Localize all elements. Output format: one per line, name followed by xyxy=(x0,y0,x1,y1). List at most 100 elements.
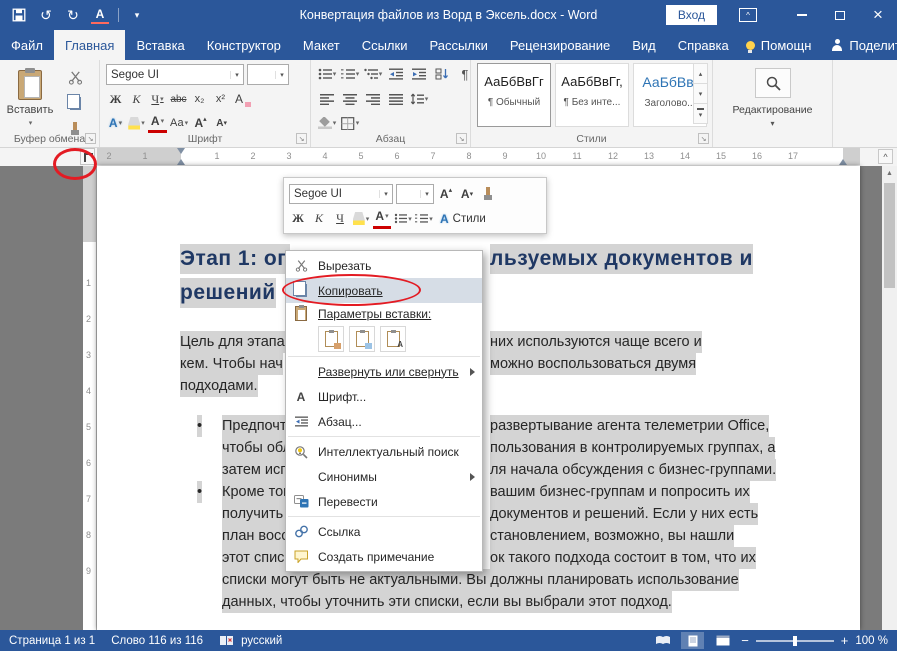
font-name-select[interactable]: Segoe UI xyxy=(106,64,244,85)
style-card-no-spacing[interactable]: АаБбВвГг, ¶ Без инте... xyxy=(555,63,629,127)
menu-item-expand-collapse[interactable]: Развернуть или свернуть xyxy=(286,359,482,384)
language-indicator[interactable]: русский xyxy=(241,635,282,647)
mini-grow-font-button[interactable]: А xyxy=(437,184,455,204)
font-color-button[interactable]: А xyxy=(148,113,167,133)
tab-review[interactable]: Рецензирование xyxy=(499,30,621,60)
tab-home[interactable]: Главная xyxy=(54,30,125,60)
sort-button[interactable] xyxy=(431,64,453,84)
vertical-scrollbar[interactable] xyxy=(882,166,897,630)
clipboard-dialog-launcher[interactable] xyxy=(85,133,96,144)
align-right-button[interactable] xyxy=(362,89,384,109)
numbering-button[interactable] xyxy=(339,64,361,84)
zoom-in-button[interactable] xyxy=(841,633,849,648)
zoom-level[interactable]: 100 % xyxy=(855,635,888,647)
ribbon-display-options-icon[interactable] xyxy=(739,8,757,22)
text-effects-button[interactable]: А xyxy=(106,113,125,133)
italic-button[interactable]: К xyxy=(127,89,146,109)
font-color-button[interactable]: А xyxy=(91,6,109,24)
paste-keep-formatting-button[interactable] xyxy=(318,326,344,352)
superscript-button[interactable]: x² xyxy=(211,89,230,109)
strikethrough-button[interactable]: abc xyxy=(169,89,188,109)
subscript-button[interactable]: x₂ xyxy=(190,89,209,109)
left-indent-marker[interactable] xyxy=(177,159,185,165)
clear-formatting-button[interactable]: А xyxy=(232,89,251,109)
mini-highlight-button[interactable] xyxy=(352,209,370,229)
cut-button[interactable] xyxy=(58,64,92,90)
tab-references[interactable]: Ссылки xyxy=(351,30,419,60)
tab-view[interactable]: Вид xyxy=(621,30,667,60)
styles-dialog-launcher[interactable] xyxy=(698,133,709,144)
shading-button[interactable] xyxy=(316,113,338,133)
styles-scroll-down-button[interactable] xyxy=(693,83,708,104)
styles-gallery-more-button[interactable] xyxy=(693,103,708,124)
tab-help[interactable]: Справка xyxy=(667,30,740,60)
paste-merge-formatting-button[interactable] xyxy=(349,326,375,352)
save-button[interactable] xyxy=(10,6,28,24)
menu-item-translate[interactable]: Перевести xyxy=(286,489,482,514)
menu-item-link[interactable]: Ссылка xyxy=(286,519,482,544)
tab-insert[interactable]: Вставка xyxy=(125,30,195,60)
menu-item-copy[interactable]: Копировать xyxy=(286,278,482,303)
scrollbar-thumb[interactable] xyxy=(884,183,895,288)
minimize-button[interactable] xyxy=(783,0,821,30)
mini-underline-button[interactable]: Ч xyxy=(331,209,349,229)
multilevel-list-button[interactable] xyxy=(362,64,384,84)
borders-button[interactable] xyxy=(339,113,361,133)
mini-font-name-select[interactable]: Segoe UI xyxy=(289,184,393,204)
menu-item-new-comment[interactable]: Создать примечание xyxy=(286,544,482,569)
right-indent-marker[interactable] xyxy=(839,159,847,165)
scroll-up-arrow-icon[interactable] xyxy=(882,166,897,181)
editing-button[interactable] xyxy=(755,68,791,98)
highlight-color-button[interactable] xyxy=(127,113,146,133)
tab-mailings[interactable]: Рассылки xyxy=(418,30,498,60)
paragraph-dialog-launcher[interactable] xyxy=(456,133,467,144)
mini-numbering-button[interactable] xyxy=(415,209,433,229)
bullets-button[interactable] xyxy=(316,64,338,84)
paste-button[interactable]: Вставить xyxy=(4,64,56,142)
proofing-icon[interactable] xyxy=(219,635,234,646)
copy-button[interactable] xyxy=(58,90,92,116)
editing-dropdown-arrow[interactable] xyxy=(713,119,832,128)
print-layout-button[interactable] xyxy=(681,632,704,649)
change-case-button[interactable]: Аа xyxy=(169,113,189,133)
shrink-font-button[interactable]: А xyxy=(212,113,231,133)
zoom-slider-thumb[interactable] xyxy=(793,636,797,646)
maximize-button[interactable] xyxy=(821,0,859,30)
tab-layout[interactable]: Макет xyxy=(292,30,351,60)
increase-indent-button[interactable] xyxy=(408,64,430,84)
undo-button[interactable] xyxy=(37,6,55,24)
read-mode-button[interactable] xyxy=(651,632,674,649)
redo-button[interactable] xyxy=(64,6,82,24)
tab-stop-selector[interactable] xyxy=(80,148,95,165)
mini-bold-button[interactable]: Ж xyxy=(289,209,307,229)
menu-item-paragraph[interactable]: Абзац... xyxy=(286,409,482,434)
close-button[interactable] xyxy=(859,0,897,30)
zoom-out-button[interactable] xyxy=(741,633,749,648)
tell-me-button[interactable]: Помощн xyxy=(740,38,818,53)
zoom-slider[interactable] xyxy=(756,640,834,642)
page-indicator[interactable]: Страница 1 из 1 xyxy=(9,635,95,647)
menu-item-smart-lookup[interactable]: Интеллектуальный поиск xyxy=(286,439,482,464)
align-left-button[interactable] xyxy=(316,89,338,109)
underline-button[interactable]: Ч xyxy=(148,89,167,109)
styles-scroll-up-button[interactable] xyxy=(693,63,708,84)
sign-in-button[interactable]: Вход xyxy=(666,5,717,25)
mini-font-color-button[interactable]: А xyxy=(373,209,391,229)
share-button[interactable]: Поделиться xyxy=(825,38,897,53)
first-line-indent-marker[interactable] xyxy=(177,148,185,154)
style-card-normal[interactable]: АаБбВвГг ¶ Обычный xyxy=(477,63,551,127)
tab-design[interactable]: Конструктор xyxy=(196,30,292,60)
line-spacing-button[interactable] xyxy=(408,89,430,109)
font-dialog-launcher[interactable] xyxy=(296,133,307,144)
justify-button[interactable] xyxy=(385,89,407,109)
mini-bullets-button[interactable] xyxy=(394,209,412,229)
menu-item-synonyms[interactable]: Синонимы xyxy=(286,464,482,489)
mini-shrink-font-button[interactable]: А xyxy=(458,184,476,204)
menu-item-font[interactable]: А Шрифт... xyxy=(286,384,482,409)
word-count[interactable]: Слово 116 из 116 xyxy=(111,635,203,647)
bold-button[interactable]: Ж xyxy=(106,89,125,109)
qat-customize-button[interactable] xyxy=(128,6,146,24)
font-size-select[interactable] xyxy=(247,64,289,85)
menu-item-cut[interactable]: Вырезать xyxy=(286,253,482,278)
web-layout-button[interactable] xyxy=(711,632,734,649)
